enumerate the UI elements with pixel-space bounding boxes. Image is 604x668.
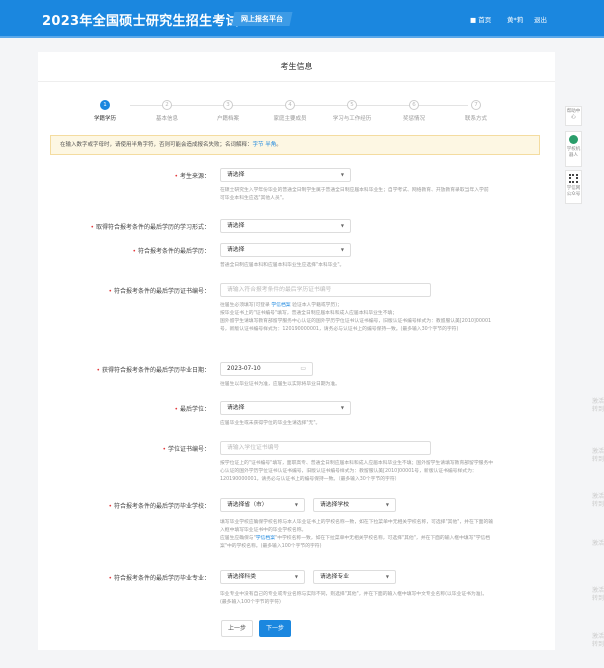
school-select[interactable]: 请选择学校 ▼	[313, 498, 396, 512]
xuexin-link[interactable]: 学信档案	[271, 303, 290, 308]
half-width-link[interactable]: 半角	[265, 142, 276, 148]
watermark-text: 激活 转到	[592, 398, 604, 413]
help-center-button[interactable]: 帮助中心	[565, 106, 582, 126]
xuexin-link[interactable]: 学信档案	[256, 536, 275, 541]
site-title: 2023年全国硕士研究生招生考试	[42, 14, 239, 29]
province-select[interactable]: 请选择省（市） ▼	[220, 498, 305, 512]
step-7[interactable]: 7 联系方式	[451, 100, 501, 122]
study-form-label: • 取得符合报考条件的最后学历的学习形式：	[90, 224, 210, 231]
qrcode-icon	[569, 174, 578, 183]
last-edu-select[interactable]: 请选择 ▼	[220, 243, 351, 257]
main-card: 考生信息 1 学籍学历 2 基本信息 3 户籍档案 4 家庭主要成员 5 学习与工作经历 …	[38, 52, 555, 650]
step-number: 4	[285, 100, 295, 110]
byte-link[interactable]: 字节	[253, 142, 264, 148]
degree-select[interactable]: 请选择 ▼	[220, 401, 351, 415]
degree-label: • 最后学位：	[174, 406, 210, 413]
study-form-select[interactable]: 请选择 ▼	[220, 219, 351, 233]
step-label: 基本信息	[155, 116, 178, 122]
chevron-down-icon: ▼	[340, 172, 344, 177]
next-step-button[interactable]: 下一步	[259, 620, 291, 637]
step-number: 7	[471, 100, 481, 110]
chevron-down-icon: ▼	[340, 247, 344, 252]
watermark-text: 激活 转到	[592, 633, 604, 648]
last-edu-label: • 符合报考条件的最后学历：	[132, 248, 210, 255]
top-header: 2023年全国硕士研究生招生考试 网上报名平台 ■ 首页 黄*莉 退出	[0, 0, 604, 38]
chevron-down-icon: ▼	[294, 574, 298, 579]
step-label: 学习与工作经历	[332, 116, 372, 122]
calendar-icon[interactable]: ▭	[300, 363, 306, 375]
step-1[interactable]: 1 学籍学历	[80, 100, 130, 122]
last-edu-hint: 普通全日制应届本科和应届本科毕业生应选择"本科毕业"。	[220, 263, 345, 268]
step-number: 3	[223, 100, 233, 110]
step-label: 联系方式	[464, 116, 487, 122]
source-label: • 考生来源：	[174, 173, 210, 180]
step-label: 家庭主要成员	[273, 116, 307, 122]
grad-date-hint: 往届生以毕业证书为准，应届生以实际将毕业日期为准。	[220, 382, 340, 387]
major-label: • 符合报考条件的最后学历毕业专业：	[108, 575, 210, 582]
step-number: 1	[100, 100, 110, 110]
source-select[interactable]: 请选择 ▼	[220, 168, 351, 182]
cert-no-input[interactable]: 请输入符合报考条件的最后学历证书编号	[220, 283, 431, 297]
home-icon: ■	[470, 16, 477, 24]
chevron-down-icon: ▼	[294, 502, 298, 507]
robot-button[interactable]: 学校机器人	[565, 131, 582, 167]
nav-user-link[interactable]: 黄*莉	[507, 14, 523, 24]
watermark-text: 激活 转到	[592, 587, 604, 602]
progress-steps: 1 学籍学历 2 基本信息 3 户籍档案 4 家庭主要成员 5 学习与工作经历 6 奖惩情况…	[94, 100, 501, 128]
school-label: • 符合报考条件的最后学历毕业学校：	[108, 503, 210, 510]
chevron-down-icon: ▼	[340, 405, 344, 410]
platform-badge: 网上报名平台	[231, 12, 293, 26]
nav-logout-link[interactable]: 退出	[534, 14, 547, 24]
robot-icon	[569, 135, 578, 144]
watermark-text: 激活 转到	[592, 493, 604, 508]
major-select[interactable]: 请选择专业 ▼	[313, 570, 396, 584]
step-label: 奖惩情况	[402, 116, 425, 122]
degree-no-input[interactable]: 请输入学位证书编号	[220, 441, 431, 455]
major-hint: 毕业专业中没有自己的专业或专业名称与实际不同，则选择"其他"，并在下面的输入框中…	[220, 592, 488, 605]
watermark-text: 激活	[592, 540, 604, 547]
category-select[interactable]: 请选择科类 ▼	[220, 570, 305, 584]
step-number: 5	[347, 100, 357, 110]
notice-end: 。	[276, 142, 282, 148]
grad-date-input[interactable]: 2023-07-10 ▭	[220, 362, 313, 376]
step-4[interactable]: 4 家庭主要成员	[265, 100, 315, 122]
step-number: 2	[162, 100, 172, 110]
nav-home-link[interactable]: ■ 首页	[470, 14, 491, 24]
chevron-down-icon: ▼	[385, 502, 389, 507]
step-label: 户籍档案	[216, 116, 239, 122]
chevron-down-icon: ▼	[340, 223, 344, 228]
degree-no-hint: 按学位证上的"证书编号"填写，面职高专、普通全日制应届本科和成人应届本科毕业生不…	[220, 461, 494, 482]
degree-no-label: • 学位证书编号：	[162, 446, 210, 453]
half-width-notice: 在输入数字或字母时，请使用半角字符，否则可能会造成报名失败；名词解释：字节 半角…	[50, 135, 540, 155]
notice-text: 在输入数字或字母时，请使用半角字符，否则可能会造成报名失败；名词解释：	[60, 142, 253, 148]
step-6[interactable]: 6 奖惩情况	[389, 100, 439, 122]
school-hint: 填写毕业学校应确保学校名称与本人毕业证书上的学校名称一致，如在下拉菜单中无相关学…	[220, 520, 494, 549]
step-5[interactable]: 5 学习与工作经历	[327, 100, 377, 122]
degree-hint: 应届毕业生或未获得学位的毕业生请选择"无"。	[220, 421, 321, 426]
wechat-account-button[interactable]: 学信网公众号	[565, 170, 582, 204]
step-3[interactable]: 3 户籍档案	[203, 100, 253, 122]
chevron-down-icon: ▼	[385, 574, 389, 579]
cert-no-label: • 符合报考条件的最后学历证书编号：	[108, 288, 210, 295]
grad-date-label: • 获得符合报考条件的最后学历毕业日期：	[96, 367, 210, 374]
watermark-text: 激活 转到	[592, 448, 604, 463]
page-title: 考生信息	[38, 52, 555, 82]
step-2[interactable]: 2 基本信息	[142, 100, 192, 122]
prev-step-button[interactable]: 上一步	[221, 620, 253, 637]
source-hint: 在硕士研究生入学年份毕业的普通全日制学生属于普通全日制应届本科毕业生；自学考试、…	[220, 188, 489, 201]
step-number: 6	[409, 100, 419, 110]
cert-no-hint: 往届生必须填写(可登录 学信档案 验证本人学籍或学历)； 按毕业证书上的"证书编…	[220, 303, 492, 332]
step-label: 学籍学历	[93, 116, 116, 122]
